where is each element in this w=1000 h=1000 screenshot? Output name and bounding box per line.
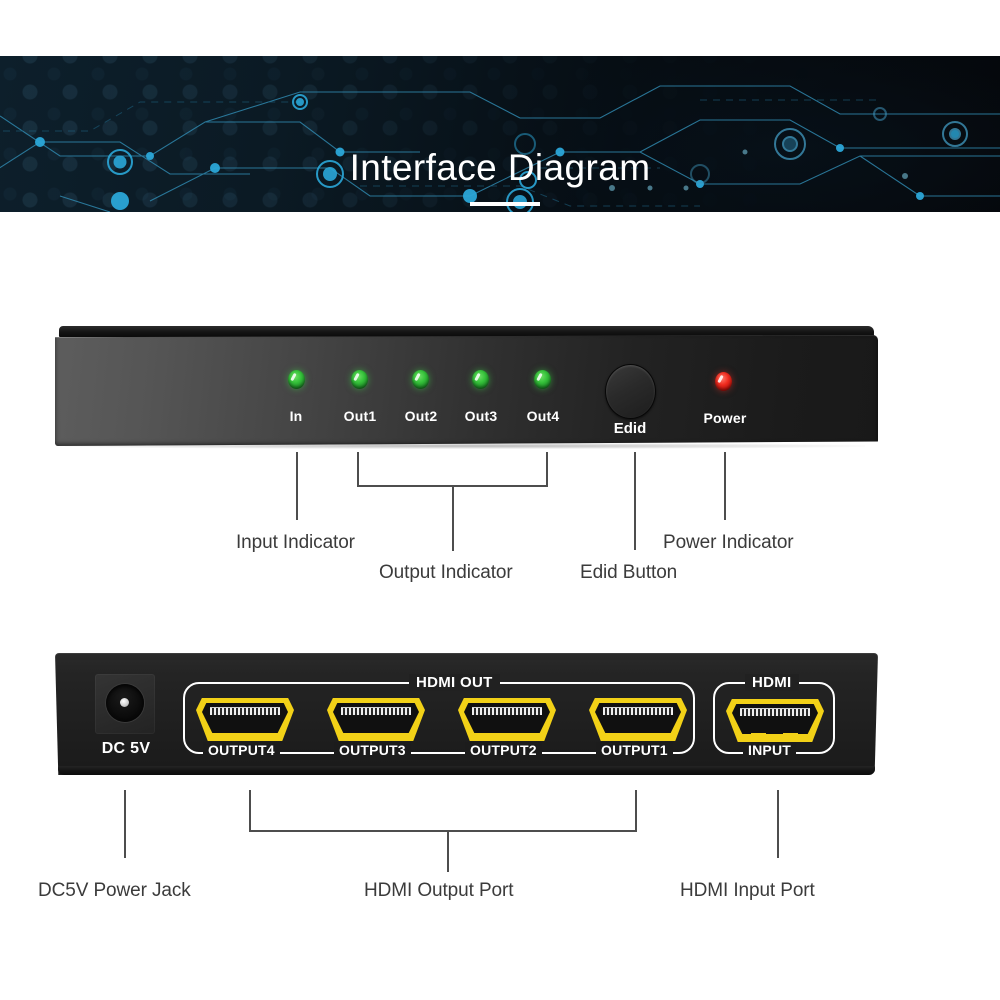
callout-bracket-hdmi-out-right	[635, 790, 637, 832]
hdmi-tab-right	[646, 734, 661, 741]
led-glint-icon	[536, 372, 543, 382]
led-label-out2: Out2	[404, 408, 438, 424]
callout-line-dc-power-jack	[124, 790, 126, 858]
front-panel-device	[55, 326, 878, 449]
callout-label-edid-button: Edid Button	[580, 562, 678, 583]
hdmi-output-port-3-label: OUTPUT3	[334, 742, 411, 758]
hdmi-tab-right	[253, 734, 268, 741]
callout-label-input-indicator: Input Indicator	[236, 532, 355, 553]
led-out3	[472, 370, 489, 389]
led-glint-icon	[717, 374, 724, 384]
hdmi-tab-left	[352, 734, 367, 741]
hdmi-input-port[interactable]	[726, 699, 824, 742]
dc-jack-center-pin	[120, 698, 129, 707]
page-banner: Interface Diagram	[0, 56, 1000, 212]
title-underline	[470, 202, 540, 206]
edid-button[interactable]	[605, 364, 656, 419]
callout-label-power-indicator: Power Indicator	[663, 532, 794, 553]
led-label-out3: Out3	[464, 408, 498, 424]
led-power	[715, 372, 732, 391]
rear-panel-bottom-bevel	[58, 766, 875, 775]
led-label-out4: Out4	[526, 408, 560, 424]
callout-label-output-indicator: Output Indicator	[379, 562, 513, 583]
hdmi-output-port-1[interactable]	[589, 698, 687, 741]
callout-bracket-output-left	[357, 452, 359, 487]
led-glint-icon	[414, 372, 421, 382]
led-label-out1: Out1	[343, 408, 377, 424]
hdmi-out-group-label: HDMI OUT	[409, 674, 500, 691]
callout-line-hdmi-input-port	[777, 790, 779, 858]
hdmi-output-port-4-label: OUTPUT4	[203, 742, 280, 758]
hdmi-output-port-4[interactable]	[196, 698, 294, 741]
hdmi-pins	[210, 707, 280, 715]
front-panel-shadow	[65, 443, 865, 449]
callout-line-edid-button	[634, 452, 636, 550]
led-glint-icon	[290, 372, 297, 382]
hdmi-output-port-1-label: OUTPUT1	[596, 742, 673, 758]
callout-label-hdmi-input-port: HDMI Input Port	[680, 880, 815, 901]
hdmi-tab-left	[751, 733, 766, 740]
front-panel-face	[55, 335, 878, 446]
callout-label-dc-power-jack: DC5V Power Jack	[38, 880, 191, 901]
hdmi-pins	[341, 707, 411, 715]
hdmi-in-group-label: HDMI	[745, 674, 799, 691]
hdmi-tab-right	[515, 734, 530, 741]
hdmi-tab-left	[614, 734, 629, 741]
hdmi-output-port-3[interactable]	[327, 698, 425, 741]
hdmi-input-port-label: INPUT	[743, 742, 796, 758]
led-glint-icon	[474, 372, 481, 382]
hdmi-pins	[472, 707, 542, 715]
callout-bracket-hdmi-out-left	[249, 790, 251, 832]
hdmi-tab-right	[783, 733, 798, 740]
callout-line-output-indicator	[452, 485, 454, 551]
banner-circuit-graphic	[0, 85, 1000, 212]
led-label-in: In	[289, 408, 303, 424]
callout-line-hdmi-output-port	[447, 830, 449, 872]
hdmi-tab-left	[221, 734, 236, 741]
hdmi-pins	[603, 707, 673, 715]
led-glint-icon	[353, 372, 360, 382]
led-in	[288, 370, 305, 389]
dc-jack-label: DC 5V	[101, 740, 151, 757]
callout-bracket-output-right	[546, 452, 548, 487]
edid-button-label: Edid	[613, 420, 647, 437]
hdmi-pins	[740, 708, 810, 716]
page-title: Interface Diagram	[349, 147, 651, 188]
hdmi-output-port-2-label: OUTPUT2	[465, 742, 542, 758]
led-label-power: Power	[703, 410, 747, 426]
hdmi-tab-left	[483, 734, 498, 741]
callout-line-input-indicator	[296, 452, 298, 520]
callout-line-power-indicator	[724, 452, 726, 520]
led-out4	[534, 370, 551, 389]
callout-label-hdmi-output-port: HDMI Output Port	[364, 880, 514, 901]
led-out1	[351, 370, 368, 389]
hdmi-output-port-2[interactable]	[458, 698, 556, 741]
hdmi-tab-right	[384, 734, 399, 741]
callout-bracket-hdmi-out-top	[249, 830, 637, 832]
interface-diagram-page: Interface Diagram In Out1 Out2 Out3 Out4…	[0, 0, 1000, 1000]
led-out2	[412, 370, 429, 389]
